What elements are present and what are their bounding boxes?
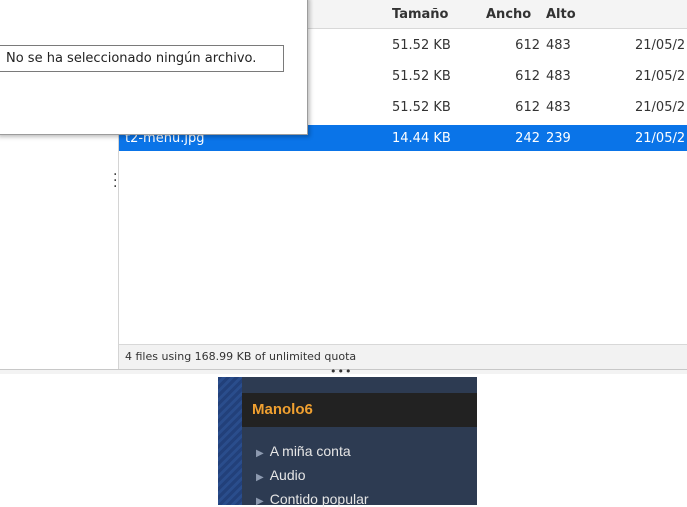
file-width: 612 <box>515 38 540 53</box>
quota-status-bar: 4 files using 168.99 KB of unlimited quo… <box>119 344 687 369</box>
menu-preview-image: Manolo6 ▶ A miña conta ▶ Audio ▶ Contido po… <box>218 377 477 507</box>
no-file-selected-text: No se ha seleccionado ningún archivo. <box>6 51 257 66</box>
upload-popup: No se ha seleccionado ningún archivo. <box>0 0 308 135</box>
menu-header: Manolo6 <box>242 393 477 427</box>
file-height: 239 <box>546 131 571 146</box>
file-width: 612 <box>515 100 540 115</box>
file-size: 14.44 KB <box>392 131 451 146</box>
menu-item: ▶ Audio <box>256 467 306 483</box>
column-header-height[interactable]: Alto <box>546 7 576 22</box>
file-width: 612 <box>515 69 540 84</box>
file-size: 51.52 KB <box>392 38 451 53</box>
file-date: 21/05/2 <box>635 131 686 146</box>
file-date: 21/05/2 <box>635 69 686 84</box>
file-date: 21/05/2 <box>635 100 686 115</box>
column-header-width[interactable]: Ancho <box>486 7 531 22</box>
column-header-size[interactable]: Tamaño <box>392 7 448 22</box>
chevron-right-icon: ▶ <box>256 448 264 459</box>
quota-status-text: 4 files using 168.99 KB of unlimited quo… <box>125 350 357 363</box>
file-height: 483 <box>546 38 571 53</box>
menu-item-label: Audio <box>269 467 306 483</box>
file-size: 51.52 KB <box>392 69 451 84</box>
file-width: 242 <box>515 131 540 146</box>
file-height: 483 <box>546 69 571 84</box>
chevron-right-icon: ▶ <box>256 496 264 507</box>
file-input[interactable]: No se ha seleccionado ningún archivo. <box>0 45 284 72</box>
horizontal-resize-handle[interactable]: ••• <box>0 365 687 378</box>
chevron-right-icon: ▶ <box>256 472 264 483</box>
file-height: 483 <box>546 100 571 115</box>
file-date: 21/05/2 <box>635 38 686 53</box>
menu-item-label: A miña conta <box>269 443 351 459</box>
decorative-stripe <box>218 377 242 505</box>
menu-header-title: Manolo6 <box>252 401 313 418</box>
menu-item: ▶ A miña conta <box>256 443 351 459</box>
vertical-resize-handle[interactable]: · · · <box>113 168 117 194</box>
file-size: 51.52 KB <box>392 100 451 115</box>
